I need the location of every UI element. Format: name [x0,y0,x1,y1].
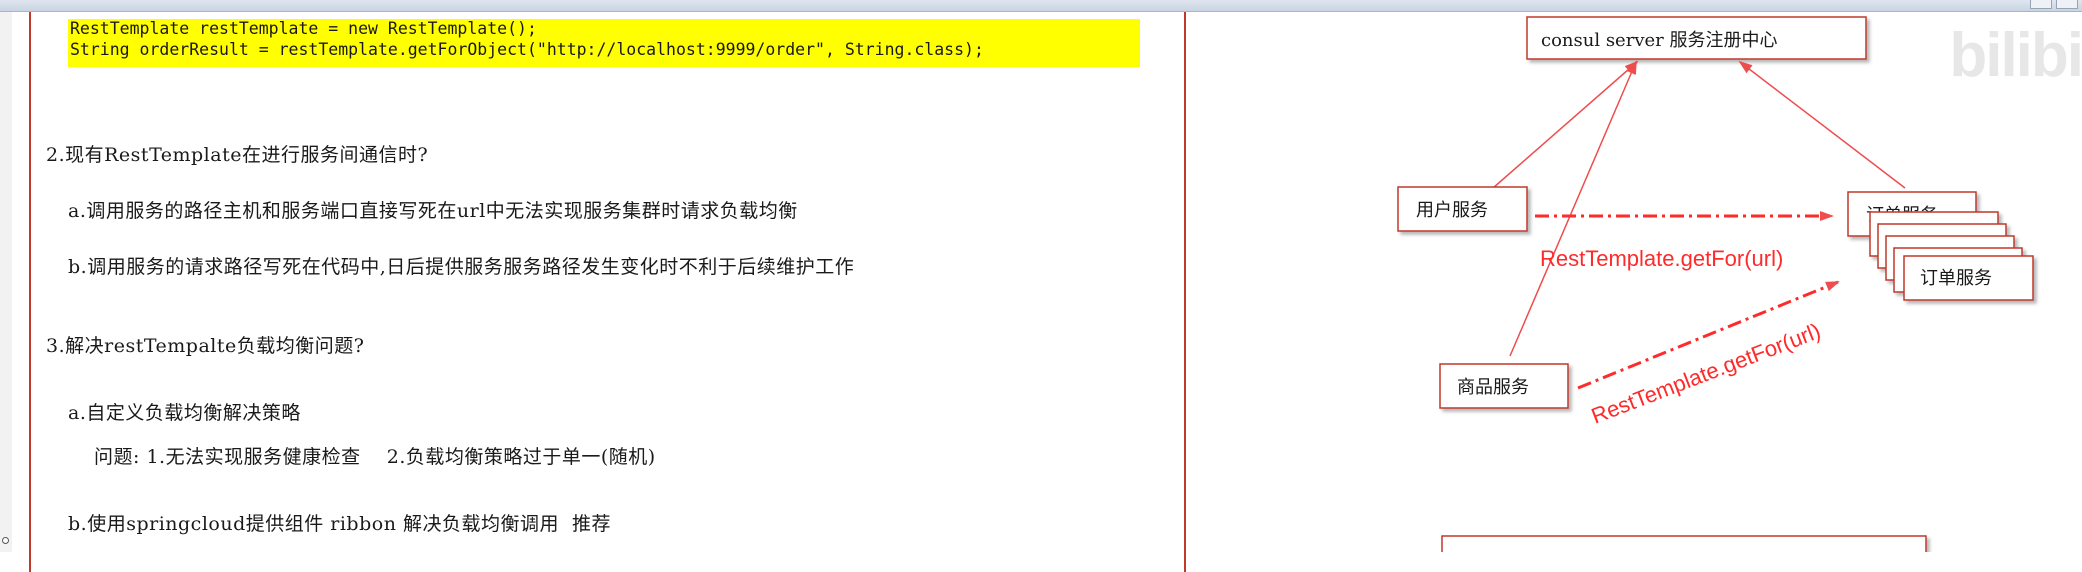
user-service-box: 用户服务 [1397,186,1528,232]
service-diagram: consul server 服务注册中心 用户服务 RestTemplate.g… [1397,16,2034,552]
order-to-consul-arrow [1738,60,1906,189]
product-service-label: 商品服务 [1457,377,1529,398]
product-to-consul-arrow [1509,60,1637,357]
order-service-stack: 订单服务 订单服务 [1847,191,2034,301]
bottom-box-partial [1441,535,1927,552]
user-to-consul-arrow [1492,60,1639,189]
consul-server-box: consul server 服务注册中心 [1526,16,1867,60]
user-service-label: 用户服务 [1416,200,1488,221]
product-service-box: 商品服务 [1439,363,1569,409]
consul-server-label: consul server 服务注册中心 [1541,30,1777,51]
user-call-label: RestTemplate.getFor(url) [1540,246,1783,271]
order-service-front-label: 订单服务 [1920,268,1992,289]
